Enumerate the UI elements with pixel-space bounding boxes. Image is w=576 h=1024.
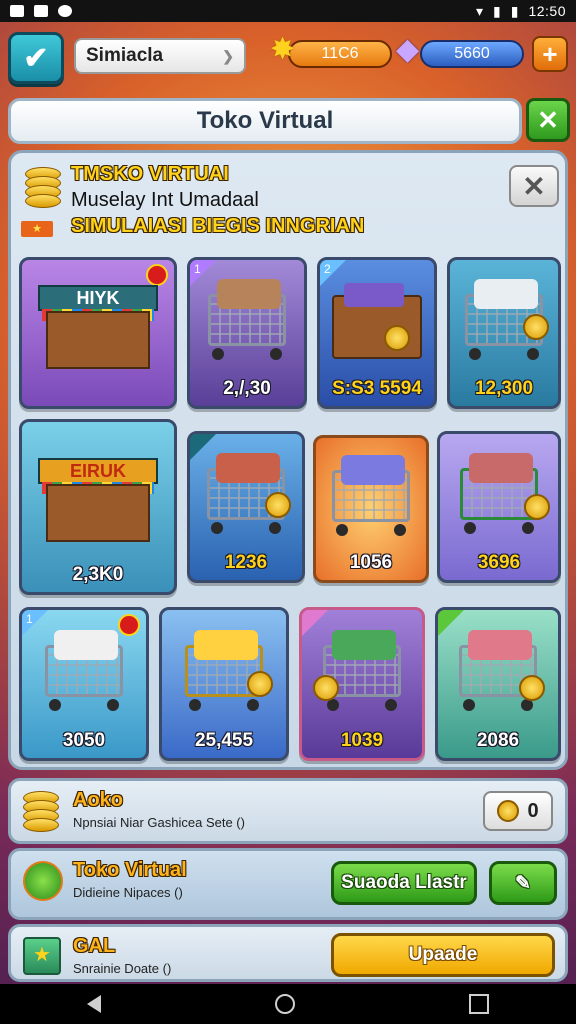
notification-icon [10, 5, 24, 17]
cart-icon [207, 453, 291, 535]
gem-counter: 5660 [420, 40, 524, 68]
leaf-icon [23, 861, 63, 905]
coin-amount: 11C6 [321, 45, 359, 62]
shop-item-tile[interactable]: 1039 [299, 607, 425, 761]
cart-icon [459, 630, 545, 712]
shop-item-tile[interactable]: HIYK [19, 257, 177, 409]
navigation-bar [0, 984, 576, 1024]
shop-item-tile[interactable]: EIRUK 2,3K0 [19, 419, 177, 595]
close-button[interactable]: ✕ [526, 98, 570, 142]
shop-item-tile[interactable]: 25,455 [159, 607, 289, 761]
chevron-right-icon: ❯ [222, 47, 234, 64]
shop-stall-icon: HIYK [38, 285, 158, 370]
crate-icon [332, 283, 422, 360]
item-price: 3696 [477, 552, 521, 573]
coin-count: 0 [527, 799, 539, 822]
top-bar: ✔ Simiacla ❯ 11C6 ✸ 5660 ◆ + [8, 30, 568, 84]
coin-stack-icon [25, 167, 61, 211]
confirm-button[interactable]: ✔ [8, 32, 64, 84]
pencil-icon: ✎ [515, 872, 531, 894]
shop-item-tile[interactable]: 1 2,/,30 [187, 257, 307, 409]
player-name-field[interactable]: Simiacla ❯ [74, 38, 246, 74]
recent-apps-icon[interactable] [469, 994, 489, 1014]
row-title: Toko Virtual [73, 859, 187, 881]
cart-icon [185, 630, 273, 712]
edit-button[interactable]: ✎ [489, 861, 557, 905]
row-title: GAL [73, 935, 116, 957]
coin-stack-icon [23, 791, 63, 835]
row-title: Aoko [73, 789, 123, 811]
cart-icon [460, 453, 550, 535]
shop-item-tile[interactable]: 2086 [435, 607, 561, 761]
cart-icon [313, 630, 401, 712]
cart-icon [332, 455, 410, 537]
panel-heading: TMSKO VIRTUAI [71, 163, 229, 185]
tier-number: 2 [324, 262, 331, 276]
notification-badge [118, 614, 140, 636]
shop-action-button[interactable]: Suaoda Llastr [331, 861, 477, 905]
item-price: 2086 [476, 730, 520, 751]
signal-icon: ▮ [493, 2, 501, 19]
shop-sign: EIRUK [38, 458, 158, 485]
item-price: S:S3 5594 [332, 378, 422, 399]
status-time: 12:50 [528, 3, 566, 19]
image-icon [34, 5, 48, 17]
row-subtitle: Didieine Nipaces () [73, 885, 183, 900]
item-price: 2,/,30 [223, 378, 271, 399]
close-icon: ✕ [522, 170, 546, 202]
shop-item-tile[interactable]: 12,300 [447, 257, 561, 409]
shop-item-tile[interactable]: 3696 [437, 431, 561, 583]
cart-icon [45, 630, 123, 712]
shop-panel: TMSKO VIRTUAI Muselay Int Umadaal ★ SIMU… [8, 150, 568, 770]
item-price: 12,300 [474, 378, 534, 399]
shop-stall-icon: EIRUK [38, 458, 158, 543]
upgrade-row: ★ GAL Snrainie Doate () Upaade [8, 924, 568, 982]
star-card-icon: ★ [23, 937, 63, 981]
coin-balance-row: Aoko Npnsiai Niar Gashicea Sete () 0 [8, 778, 568, 844]
toko-virtual-row: Toko Virtual Didieine Nipaces () Suaoda … [8, 848, 568, 920]
home-icon[interactable] [275, 994, 295, 1014]
app-icon [58, 5, 72, 17]
row-subtitle: Snrainie Doate () [73, 961, 172, 976]
checkmark-icon: ✔ [23, 41, 49, 75]
shop-item-tile[interactable]: 2 S:S3 5594 [317, 257, 437, 409]
status-bar: ▾ ▮ ▮ 12:50 [0, 0, 576, 22]
upgrade-button[interactable]: Upaade [331, 933, 555, 977]
diamond-icon: ◆ [396, 33, 420, 66]
item-price: 25,455 [194, 730, 254, 751]
shop-sign: HIYK [38, 285, 158, 312]
item-price: 1236 [224, 552, 268, 573]
tier-number: 1 [26, 612, 33, 626]
row-subtitle: Npnsiai Niar Gashicea Sete () [73, 815, 245, 830]
star-icon: ✸ [270, 33, 296, 66]
item-price: 3050 [62, 730, 106, 751]
cart-icon [465, 279, 549, 361]
flag-icon: ★ [21, 221, 53, 237]
close-icon: ✕ [537, 104, 559, 135]
item-price: 2,3K0 [72, 564, 124, 585]
battery-icon: ▮ [510, 2, 519, 19]
coin-count-button[interactable]: 0 [483, 791, 553, 831]
wifi-icon: ▾ [475, 2, 484, 19]
notification-badge [146, 264, 168, 286]
back-icon[interactable] [87, 995, 101, 1013]
shop-item-tile[interactable]: 1 3050 [19, 607, 149, 761]
shop-item-tile[interactable]: 1236 [187, 431, 305, 583]
tier-number: 1 [194, 262, 201, 276]
shop-item-tile[interactable]: 1056 [313, 435, 429, 583]
coin-counter: 11C6 [288, 40, 392, 68]
coin-icon [497, 800, 520, 822]
player-name: Simiacla [86, 45, 164, 66]
panel-close-button[interactable]: ✕ [509, 165, 559, 207]
cart-icon [208, 279, 286, 361]
panel-subheading: Muselay Int Umadaal [71, 189, 259, 211]
gem-amount: 5660 [454, 45, 490, 62]
page-title: Toko Virtual [8, 98, 522, 144]
item-price: 1056 [349, 552, 393, 573]
add-currency-button[interactable]: + [532, 36, 568, 72]
item-price: 1039 [340, 730, 384, 751]
panel-tagline: SIMULAIASI BIEGIS INNGRIAN [71, 215, 365, 237]
